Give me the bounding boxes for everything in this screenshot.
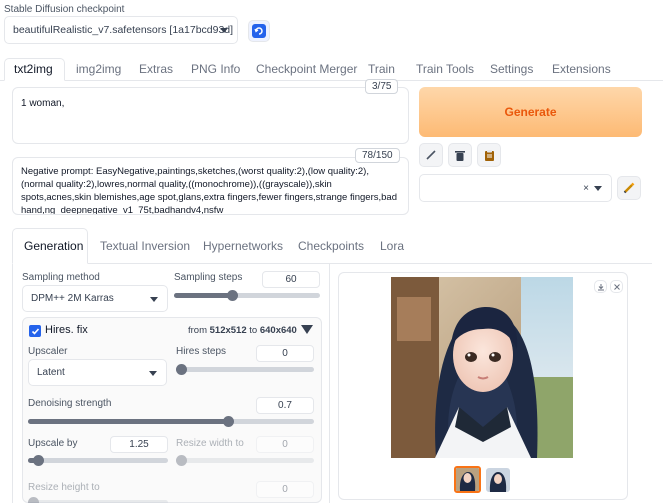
trash-icon [455, 150, 465, 161]
subtab-textual-inversion[interactable]: Textual Inversion [100, 239, 190, 253]
tab-txt2img[interactable]: txt2img [14, 62, 53, 76]
negative-prompt-text: Negative prompt: EasyNegative,paintings,… [21, 166, 397, 215]
tab-extensions[interactable]: Extensions [552, 62, 611, 76]
upscale-by-input[interactable]: 1.25 [110, 436, 168, 453]
prompt-textarea[interactable]: 1 woman, [12, 87, 409, 144]
chevron-down-icon [149, 370, 157, 376]
checkmark-icon [31, 327, 39, 335]
sampling-steps-label: Sampling steps [174, 272, 243, 283]
subtab-generation[interactable]: Generation [24, 239, 83, 253]
tab-png-info[interactable]: PNG Info [191, 62, 240, 76]
hires-steps-input[interactable]: 0 [256, 345, 314, 362]
read-params-button[interactable] [419, 143, 443, 167]
sampling-method-select[interactable]: DPM++ 2M Karras [22, 285, 168, 312]
prompt-token-counter: 3/75 [365, 79, 399, 94]
collapse-triangle-icon[interactable] [301, 325, 313, 334]
tab-train-tools[interactable]: Train Tools [416, 62, 474, 76]
resize-width-slider[interactable] [176, 455, 314, 466]
checkpoint-value: beautifulRealistic_v7.safetensors [1a17b… [13, 24, 234, 36]
resize-height-slider-thumb[interactable] [28, 497, 39, 503]
sampling-steps-input[interactable]: 60 [262, 271, 320, 288]
generate-button[interactable]: Generate [419, 87, 642, 137]
subtab-hypernetworks[interactable]: Hypernetworks [203, 239, 283, 253]
chevron-down-icon [150, 296, 158, 302]
hires-steps-slider[interactable] [176, 364, 314, 375]
resize-width-slider-thumb[interactable] [176, 455, 187, 466]
tab-bar-divider [0, 80, 663, 81]
refresh-icon [252, 24, 266, 38]
arrow-diagonal-icon [426, 150, 436, 160]
negative-prompt-token-counter: 78/150 [355, 148, 400, 163]
thumbnail-1[interactable] [454, 466, 481, 493]
checkpoint-label: Stable Diffusion checkpoint [4, 4, 125, 15]
hires-fix-label: Hires. fix [45, 324, 88, 336]
apply-style-button[interactable] [477, 143, 501, 167]
upscale-by-slider[interactable] [28, 455, 168, 466]
denoising-strength-slider-fill [28, 419, 229, 424]
tab-settings[interactable]: Settings [490, 62, 533, 76]
clear-prompt-button[interactable] [448, 143, 472, 167]
hires-resolution-info: from 512x512 to 640x640 [188, 325, 297, 336]
refresh-button[interactable] [248, 20, 270, 42]
negative-prompt-textarea[interactable]: Negative prompt: EasyNegative,paintings,… [12, 157, 409, 215]
denoising-strength-label: Denoising strength [28, 398, 112, 409]
generated-image[interactable] [391, 277, 573, 458]
tab-train[interactable]: Train [368, 62, 395, 76]
tab-extras[interactable]: Extras [139, 62, 173, 76]
resize-width-input[interactable]: 0 [256, 436, 314, 453]
download-button[interactable] [594, 280, 607, 293]
tab-checkpoint-merger[interactable]: Checkpoint Merger [256, 62, 357, 76]
hires-fix-checkbox[interactable] [29, 325, 41, 337]
hires-to-text: to [249, 325, 258, 336]
hires-to-size: 640x640 [259, 325, 297, 336]
prompt-text: 1 woman, [21, 98, 65, 109]
sampling-steps-slider[interactable] [174, 290, 320, 301]
upscaler-label: Upscaler [28, 346, 68, 357]
clear-styles-icon[interactable]: × [583, 183, 589, 194]
denoising-strength-slider[interactable] [28, 416, 314, 427]
hires-from-text: from [188, 325, 207, 336]
resize-height-label: Resize height to [28, 482, 100, 493]
close-image-button[interactable] [610, 280, 623, 293]
subtab-lora[interactable]: Lora [380, 239, 404, 253]
chevron-down-icon [594, 186, 602, 191]
generate-label: Generate [504, 105, 557, 119]
upscaler-select[interactable]: Latent [28, 359, 167, 386]
download-icon [597, 283, 604, 290]
upscale-by-label: Upscale by [28, 438, 78, 449]
thumbnail-image-1 [456, 468, 479, 491]
edit-styles-button[interactable] [617, 176, 641, 200]
sampling-method-label: Sampling method [22, 272, 100, 283]
checkpoint-select[interactable]: beautifulRealistic_v7.safetensors [1a17b… [4, 16, 238, 44]
hires-steps-label: Hires steps [176, 346, 227, 357]
thumbnail-2[interactable] [486, 468, 510, 492]
thumbnail-image-2 [486, 468, 510, 492]
upscaler-value: Latent [37, 367, 65, 378]
sampling-method-value: DPM++ 2M Karras [31, 293, 114, 304]
close-icon [613, 283, 620, 290]
hires-steps-slider-thumb[interactable] [176, 364, 187, 375]
pencil-icon [623, 182, 635, 194]
sampling-steps-slider-fill [174, 293, 233, 298]
styles-dropdown[interactable]: × [419, 174, 612, 202]
upscale-by-slider-thumb[interactable] [32, 455, 44, 466]
resize-width-label: Resize width to [176, 438, 244, 449]
subtab-checkpoints[interactable]: Checkpoints [298, 239, 364, 253]
denoising-strength-input[interactable]: 0.7 [256, 397, 314, 414]
resize-height-input[interactable]: 0 [256, 481, 314, 498]
chevron-down-icon [220, 28, 228, 33]
tab-img2img[interactable]: img2img [76, 62, 121, 76]
hires-from-size: 512x512 [209, 325, 247, 336]
clipboard-icon [484, 149, 494, 161]
